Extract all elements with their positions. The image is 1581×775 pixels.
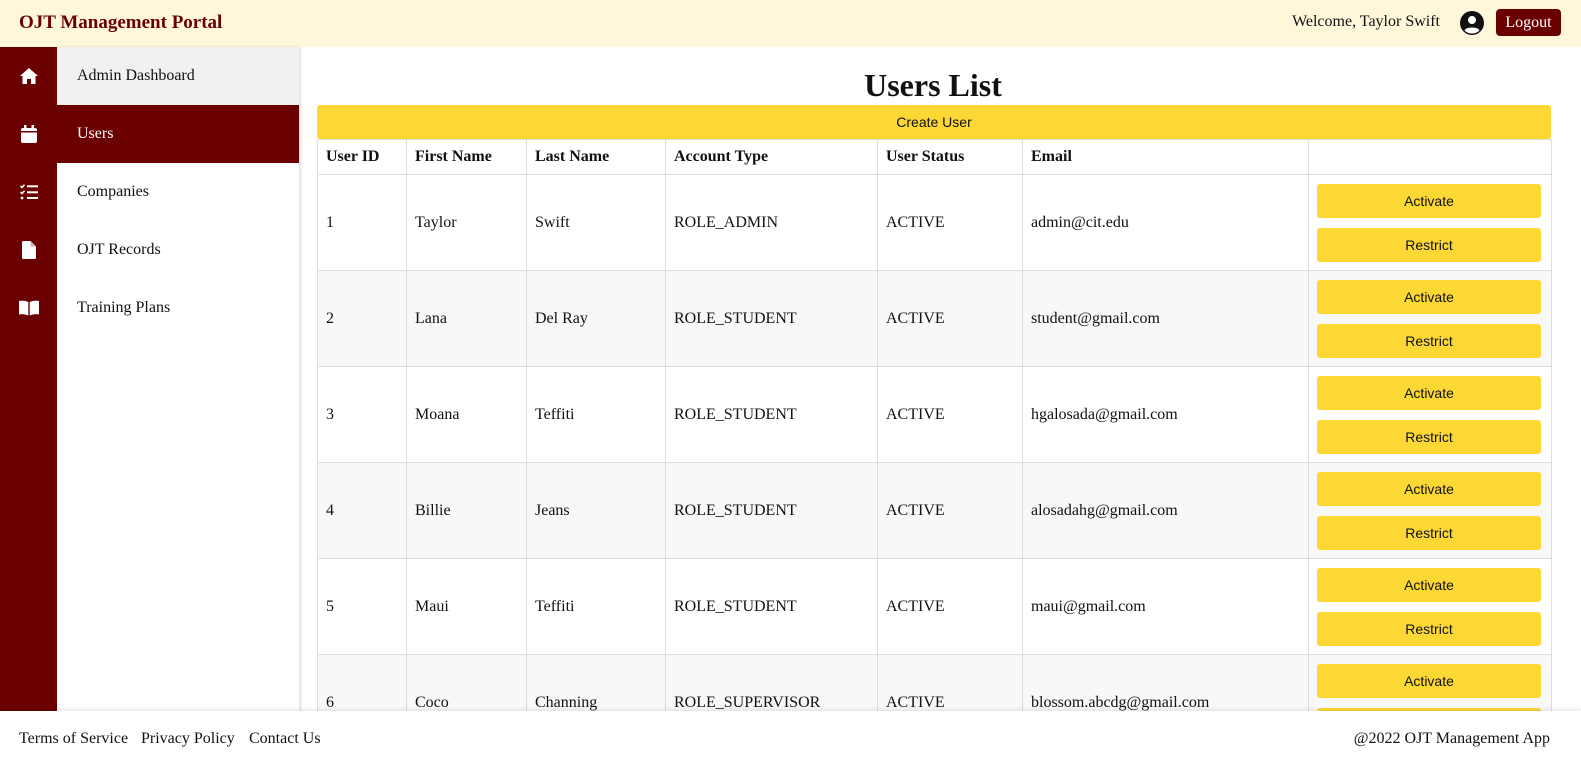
activate-button[interactable]: Activate xyxy=(1317,567,1541,602)
cell-account-type: ROLE_STUDENT xyxy=(665,366,878,463)
column-header-user-id: User ID xyxy=(317,139,407,175)
contact-us-link[interactable]: Contact Us xyxy=(249,730,321,748)
cell-actions: Activate Restrict xyxy=(1308,654,1552,715)
cell-user-status: ACTIVE xyxy=(877,174,1023,271)
cell-last-name: Jeans xyxy=(526,462,666,559)
column-header-user-status: User Status xyxy=(877,139,1023,175)
privacy-policy-link[interactable]: Privacy Policy xyxy=(141,730,235,748)
cell-first-name: Billie xyxy=(406,462,527,559)
user-circle-icon[interactable] xyxy=(1460,11,1484,35)
activate-button[interactable]: Activate xyxy=(1317,663,1541,698)
table-row: 6 Coco Channing ROLE_SUPERVISOR ACTIVE b… xyxy=(317,654,1552,715)
cell-email: admin@cit.edu xyxy=(1022,174,1309,271)
sidebar: Admin Dashboard Users Companies OJT Reco… xyxy=(57,47,299,715)
cell-first-name: Maui xyxy=(406,558,527,655)
column-header-email: Email xyxy=(1022,139,1309,175)
cell-user-id: 2 xyxy=(317,270,407,367)
cell-user-id: 4 xyxy=(317,462,407,559)
restrict-button[interactable]: Restrict xyxy=(1317,323,1541,358)
column-header-account-type: Account Type xyxy=(665,139,878,175)
table-row: 5 Maui Teffiti ROLE_STUDENT ACTIVE maui@… xyxy=(317,558,1552,655)
welcome-text: Welcome, Taylor Swift xyxy=(1292,13,1440,30)
sidebar-item-ojt-records[interactable]: OJT Records xyxy=(57,221,299,279)
cell-email: alosadahg@gmail.com xyxy=(1022,462,1309,559)
restrict-button[interactable]: Restrict xyxy=(1317,227,1541,262)
column-header-last-name: Last Name xyxy=(526,139,666,175)
cell-last-name: Del Ray xyxy=(526,270,666,367)
cell-last-name: Teffiti xyxy=(526,558,666,655)
cell-email: hgalosada@gmail.com xyxy=(1022,366,1309,463)
page-title: Users List xyxy=(864,67,1002,103)
cell-first-name: Taylor xyxy=(406,174,527,271)
cell-email: blossom.abcdg@gmail.com xyxy=(1022,654,1309,715)
cell-actions: Activate Restrict xyxy=(1308,366,1552,463)
cell-account-type: ROLE_STUDENT xyxy=(665,558,878,655)
cell-email: maui@gmail.com xyxy=(1022,558,1309,655)
activate-button[interactable]: Activate xyxy=(1317,375,1541,410)
cell-user-id: 3 xyxy=(317,366,407,463)
cell-account-type: ROLE_STUDENT xyxy=(665,270,878,367)
cell-user-status: ACTIVE xyxy=(877,270,1023,367)
cell-first-name: Coco xyxy=(406,654,527,715)
cell-user-status: ACTIVE xyxy=(877,366,1023,463)
sidebar-item-users[interactable]: Users xyxy=(57,105,299,163)
column-header-actions xyxy=(1308,139,1552,175)
create-user-button[interactable]: Create User xyxy=(317,105,1551,139)
cell-user-status: ACTIVE xyxy=(877,558,1023,655)
cell-actions: Activate Restrict xyxy=(1308,174,1552,271)
cell-account-type: ROLE_STUDENT xyxy=(665,462,878,559)
cell-account-type: ROLE_SUPERVISOR xyxy=(665,654,878,715)
cell-first-name: Moana xyxy=(406,366,527,463)
copyright-text: @2022 OJT Management App xyxy=(1353,730,1550,747)
cell-user-id: 5 xyxy=(317,558,407,655)
restrict-button[interactable]: Restrict xyxy=(1317,419,1541,454)
restrict-button[interactable]: Restrict xyxy=(1317,611,1541,646)
table-header-row: User ID First Name Last Name Account Typ… xyxy=(317,139,1552,175)
sidebar-item-training-plans[interactable]: Training Plans xyxy=(57,279,299,337)
cell-actions: Activate Restrict xyxy=(1308,462,1552,559)
terms-of-service-link[interactable]: Terms of Service xyxy=(19,730,128,748)
book-icon[interactable] xyxy=(0,279,57,337)
cell-first-name: Lana xyxy=(406,270,527,367)
main-content: Users List Create User User ID First Nam… xyxy=(299,47,1581,715)
cell-user-id: 1 xyxy=(317,174,407,271)
sidebar-item-companies[interactable]: Companies xyxy=(57,163,299,221)
activate-button[interactable]: Activate xyxy=(1317,471,1541,506)
task-list-icon[interactable] xyxy=(0,163,57,221)
cell-last-name: Swift xyxy=(526,174,666,271)
table-row: 2 Lana Del Ray ROLE_STUDENT ACTIVE stude… xyxy=(317,270,1552,367)
home-icon[interactable] xyxy=(0,47,57,105)
table-row: 1 Taylor Swift ROLE_ADMIN ACTIVE admin@c… xyxy=(317,174,1552,271)
table-row: 4 Billie Jeans ROLE_STUDENT ACTIVE alosa… xyxy=(317,462,1552,559)
cell-user-id: 6 xyxy=(317,654,407,715)
restrict-button[interactable]: Restrict xyxy=(1317,515,1541,550)
cell-actions: Activate Restrict xyxy=(1308,558,1552,655)
cell-user-status: ACTIVE xyxy=(877,462,1023,559)
cell-account-type: ROLE_ADMIN xyxy=(665,174,878,271)
users-table: User ID First Name Last Name Account Typ… xyxy=(317,139,1552,715)
cell-last-name: Teffiti xyxy=(526,366,666,463)
calendar-icon[interactable] xyxy=(0,105,57,163)
column-header-first-name: First Name xyxy=(406,139,527,175)
logout-button[interactable]: Logout xyxy=(1496,9,1561,36)
footer: Terms of Service Privacy Policy Contact … xyxy=(0,711,1581,775)
file-icon[interactable] xyxy=(0,221,57,279)
table-row: 3 Moana Teffiti ROLE_STUDENT ACTIVE hgal… xyxy=(317,366,1552,463)
cell-user-status: ACTIVE xyxy=(877,654,1023,715)
icon-rail xyxy=(0,47,57,715)
sidebar-item-admin-dashboard[interactable]: Admin Dashboard xyxy=(57,47,299,105)
cell-actions: Activate Restrict xyxy=(1308,270,1552,367)
cell-email: student@gmail.com xyxy=(1022,270,1309,367)
top-bar: OJT Management Portal Welcome, Taylor Sw… xyxy=(0,0,1581,47)
activate-button[interactable]: Activate xyxy=(1317,279,1541,314)
activate-button[interactable]: Activate xyxy=(1317,183,1541,218)
cell-last-name: Channing xyxy=(526,654,666,715)
app-title: OJT Management Portal xyxy=(19,12,223,33)
